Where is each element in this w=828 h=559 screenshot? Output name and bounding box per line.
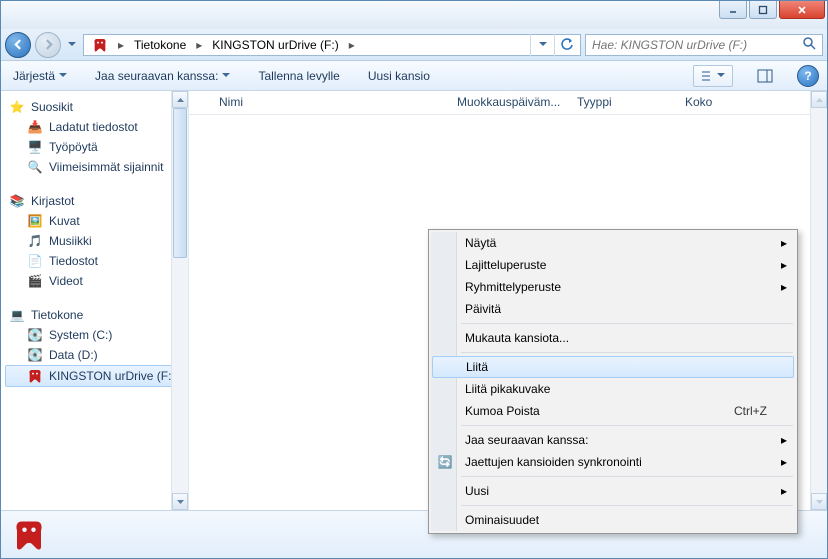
breadcrumb-arrow[interactable]: ▸ (192, 38, 206, 52)
computer-header[interactable]: 💻Tietokone (5, 305, 188, 325)
preview-pane-button[interactable] (753, 65, 777, 87)
kingston-icon (27, 368, 43, 384)
maximize-button[interactable] (749, 1, 777, 19)
desktop-icon: 🖥️ (27, 139, 43, 155)
documents-icon: 📄 (27, 253, 43, 269)
titlebar (1, 1, 827, 29)
tree-kingston-drive[interactable]: KINGSTON urDrive (F:) (5, 365, 188, 387)
tree-documents[interactable]: 📄Tiedostot (5, 251, 188, 271)
drive-icon: 💽 (27, 347, 43, 363)
breadcrumb-dropdown[interactable] (530, 34, 554, 56)
tree-music[interactable]: 🎵Musiikki (5, 231, 188, 251)
toolbar: Järjestä Jaa seuraavan kanssa: Tallenna … (1, 61, 827, 91)
cm-sync[interactable]: 🔄Jaettujen kansioiden synkronointi▸ (431, 451, 795, 473)
column-type[interactable]: Tyyppi (569, 91, 677, 114)
search-box[interactable] (585, 34, 823, 56)
nav-history-dropdown[interactable] (65, 32, 79, 58)
forward-button[interactable] (35, 32, 61, 58)
context-menu: Näytä▸ Lajitteluperuste▸ Ryhmittelyperus… (428, 229, 798, 534)
drive-icon: 💽 (27, 327, 43, 343)
cm-view[interactable]: Näytä▸ (431, 232, 795, 254)
column-size[interactable]: Koko (677, 91, 810, 114)
cm-group[interactable]: Ryhmittelyperuste▸ (431, 276, 795, 298)
tree-scrollbar[interactable] (171, 91, 188, 510)
column-name[interactable]: Nimi (189, 91, 449, 114)
search-icon (802, 36, 816, 53)
scroll-down-button[interactable] (172, 493, 188, 510)
music-icon: 🎵 (27, 233, 43, 249)
cm-sort[interactable]: Lajitteluperuste▸ (431, 254, 795, 276)
breadcrumb-arrow[interactable]: ▸ (114, 38, 128, 52)
tree-recent[interactable]: 🔍Viimeisimmät sijainnit (5, 157, 188, 177)
tree-system-c[interactable]: 💽System (C:) (5, 325, 188, 345)
computer-icon: 💻 (9, 307, 25, 323)
column-modified[interactable]: Muokkauspäiväm... (449, 91, 569, 114)
new-folder-button[interactable]: Uusi kansio (364, 67, 434, 85)
breadcrumb-root[interactable] (86, 35, 114, 55)
scroll-down-button[interactable] (811, 493, 827, 510)
cm-properties[interactable]: Ominaisuudet (431, 509, 795, 531)
submenu-arrow-icon: ▸ (781, 455, 787, 469)
organize-menu[interactable]: Järjestä (9, 67, 71, 85)
submenu-arrow-icon: ▸ (781, 433, 787, 447)
explorer-window: ▸ Tietokone ▸ KINGSTON urDrive (F:) ▸ Jä… (0, 0, 828, 559)
cm-undo[interactable]: Kumoa PoistaCtrl+Z (431, 400, 795, 422)
share-with-menu[interactable]: Jaa seuraavan kanssa: (91, 67, 234, 85)
cm-refresh[interactable]: Päivitä (431, 298, 795, 320)
submenu-arrow-icon: ▸ (781, 484, 787, 498)
close-button[interactable] (779, 1, 825, 19)
help-button[interactable]: ? (797, 65, 819, 87)
cm-paste-shortcut[interactable]: Liitä pikakuvake (431, 378, 795, 400)
back-button[interactable] (5, 32, 31, 58)
kingston-icon (92, 37, 108, 53)
breadcrumb-arrow[interactable]: ▸ (345, 38, 359, 52)
downloads-icon: 📥 (27, 119, 43, 135)
sync-icon: 🔄 (437, 454, 453, 470)
search-input[interactable] (592, 38, 796, 52)
tree-downloads[interactable]: 📥Ladatut tiedostot (5, 117, 188, 137)
refresh-button[interactable] (554, 34, 578, 56)
scroll-up-button[interactable] (811, 91, 827, 108)
breadcrumb[interactable]: ▸ Tietokone ▸ KINGSTON urDrive (F:) ▸ (83, 34, 581, 56)
scroll-thumb[interactable] (173, 108, 187, 258)
breadcrumb-drive[interactable]: KINGSTON urDrive (F:) (206, 35, 344, 55)
view-options-button[interactable] (693, 65, 733, 87)
cm-shortcut-label: Ctrl+Z (734, 404, 767, 418)
tree-videos[interactable]: 🎬Videot (5, 271, 188, 291)
tree-data-d[interactable]: 💽Data (D:) (5, 345, 188, 365)
star-icon: ⭐ (9, 99, 25, 115)
list-scrollbar[interactable] (810, 91, 827, 510)
cm-paste[interactable]: Liitä (432, 356, 794, 378)
submenu-arrow-icon: ▸ (781, 258, 787, 272)
recent-icon: 🔍 (27, 159, 43, 175)
breadcrumb-computer[interactable]: Tietokone (128, 35, 192, 55)
navigation-pane: ⭐Suosikit 📥Ladatut tiedostot 🖥️Työpöytä … (1, 91, 189, 510)
libraries-icon: 📚 (9, 193, 25, 209)
status-drive-icon (11, 517, 47, 553)
column-headers: Nimi Muokkauspäiväm... Tyyppi Koko (189, 91, 827, 115)
cm-new[interactable]: Uusi▸ (431, 480, 795, 502)
libraries-header[interactable]: 📚Kirjastot (5, 191, 188, 211)
tree-pictures[interactable]: 🖼️Kuvat (5, 211, 188, 231)
submenu-arrow-icon: ▸ (781, 236, 787, 250)
address-bar: ▸ Tietokone ▸ KINGSTON urDrive (F:) ▸ (1, 29, 827, 61)
pictures-icon: 🖼️ (27, 213, 43, 229)
cm-share-with[interactable]: Jaa seuraavan kanssa:▸ (431, 429, 795, 451)
cm-customize[interactable]: Mukauta kansiota... (431, 327, 795, 349)
tree-desktop[interactable]: 🖥️Työpöytä (5, 137, 188, 157)
submenu-arrow-icon: ▸ (781, 280, 787, 294)
minimize-button[interactable] (719, 1, 747, 19)
videos-icon: 🎬 (27, 273, 43, 289)
scroll-up-button[interactable] (172, 91, 188, 108)
save-to-disk-button[interactable]: Tallenna levylle (254, 67, 343, 85)
favorites-header[interactable]: ⭐Suosikit (5, 97, 188, 117)
